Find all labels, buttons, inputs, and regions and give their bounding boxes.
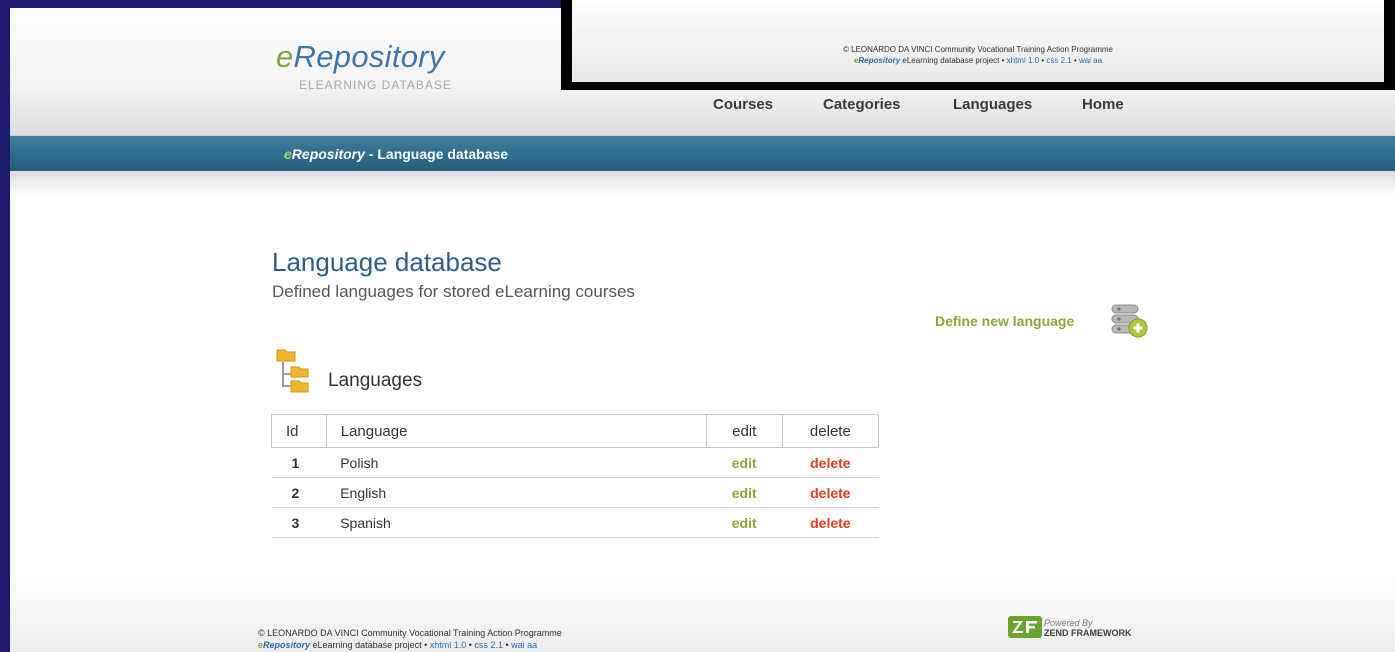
footer-brand-name: Repository (263, 640, 311, 650)
bar-brand-name: Repository (291, 146, 365, 162)
row-edit-cell: edit (706, 447, 783, 478)
overlay-sep: • (1071, 56, 1079, 65)
column-header-language: Language (325, 414, 707, 448)
overlay-copyright: © LEONARDO DA VINCI Community Vocational… (843, 45, 1113, 54)
overlay-project-line: eRepository eLearning database project •… (572, 56, 1384, 65)
delete-link[interactable]: delete (810, 455, 850, 471)
main-nav: Courses Categories Languages Home (10, 96, 1395, 116)
folder-tree-icon (275, 348, 315, 401)
footer-project-line: eRepository eLearning database project •… (258, 640, 537, 650)
overlay-css-link[interactable]: css 2.1 (1046, 56, 1071, 65)
row-language: Polish (326, 447, 707, 478)
page-subtitle: Defined languages for stored eLearning c… (272, 282, 635, 301)
row-language: English (326, 477, 707, 508)
row-id: 3 (271, 507, 327, 538)
overlay-project-text: eLearning database project • (900, 56, 1007, 65)
bar-brand-e: e (284, 146, 292, 162)
title-bar: eRepository - Language database (10, 136, 1395, 171)
zend-framework-logo[interactable] (1008, 616, 1042, 643)
footer-copyright: © LEONARDO DA VINCI Community Vocational… (258, 628, 562, 638)
column-header-edit: edit (705, 414, 783, 448)
bar-title: eRepository - Language database (284, 146, 508, 162)
footer-css-link[interactable]: css 2.1 (474, 640, 503, 650)
page: eRepository ELEARNING DATABASE Courses C… (10, 8, 1395, 652)
site-logo[interactable]: eRepository ELEARNING DATABASE (276, 40, 451, 93)
overlay-brand-name: Repository (858, 56, 901, 65)
table-header-row: Id Language edit delete (271, 414, 880, 448)
edit-link[interactable]: edit (732, 485, 757, 501)
logo-title: eRepository (276, 40, 445, 74)
zend-framework-text: ZEND FRAMEWORK (1044, 628, 1132, 638)
row-delete-cell: delete (782, 447, 879, 478)
nav-languages[interactable]: Languages (953, 96, 1032, 113)
powered-by-text: Powered By (1044, 618, 1093, 628)
footer-project-text: eLearning database project • (310, 640, 430, 650)
page-title: Language database (272, 247, 502, 277)
logo-subtitle: ELEARNING DATABASE (299, 78, 452, 92)
section-heading-languages: Languages (328, 370, 423, 391)
nav-categories[interactable]: Categories (823, 96, 901, 113)
overlay-wai-link[interactable]: wai aa (1079, 56, 1102, 65)
column-header-id: Id (271, 414, 327, 448)
row-language: Spanish (326, 507, 707, 538)
overlay-xhtml-link[interactable]: xhtml 1.0 (1007, 56, 1039, 65)
table-row: 2 English edit delete (271, 477, 879, 508)
row-edit-cell: edit (706, 507, 783, 538)
languages-table: Id Language edit delete 1 Polish edit de… (271, 414, 880, 538)
table-row: 3 Spanish edit delete (271, 507, 879, 538)
define-new-language-link[interactable]: Define new language (935, 313, 1074, 329)
overlay-panel: © LEONARDO DA VINCI Community Vocational… (572, 0, 1384, 82)
delete-link[interactable]: delete (810, 485, 850, 501)
footer-sep: • (502, 640, 512, 650)
row-delete-cell: delete (782, 507, 879, 538)
column-header-delete: delete (781, 414, 880, 448)
edit-link[interactable]: edit (732, 515, 757, 531)
overlay-popup: © LEONARDO DA VINCI Community Vocational… (561, 0, 1395, 90)
row-id: 1 (271, 447, 327, 478)
subbar-shadow (10, 171, 1395, 195)
zend-powered-by: Powered By ZEND FRAMEWORK (1044, 618, 1132, 638)
logo-name: Repository (293, 39, 445, 74)
nav-courses[interactable]: Courses (713, 96, 773, 113)
footer: © LEONARDO DA VINCI Community Vocational… (10, 578, 1395, 652)
bar-title-text: - Language database (364, 146, 509, 162)
row-edit-cell: edit (706, 477, 783, 508)
footer-wai-link[interactable]: wai aa (511, 640, 537, 650)
database-add-icon[interactable] (1110, 302, 1150, 345)
row-delete-cell: delete (782, 477, 879, 508)
edit-link[interactable]: edit (732, 455, 757, 471)
table-row: 1 Polish edit delete (271, 447, 879, 478)
delete-link[interactable]: delete (810, 515, 850, 531)
row-id: 2 (271, 477, 327, 508)
nav-home[interactable]: Home (1082, 96, 1124, 113)
logo-e: e (276, 39, 294, 74)
footer-xhtml-link[interactable]: xhtml 1.0 (430, 640, 467, 650)
